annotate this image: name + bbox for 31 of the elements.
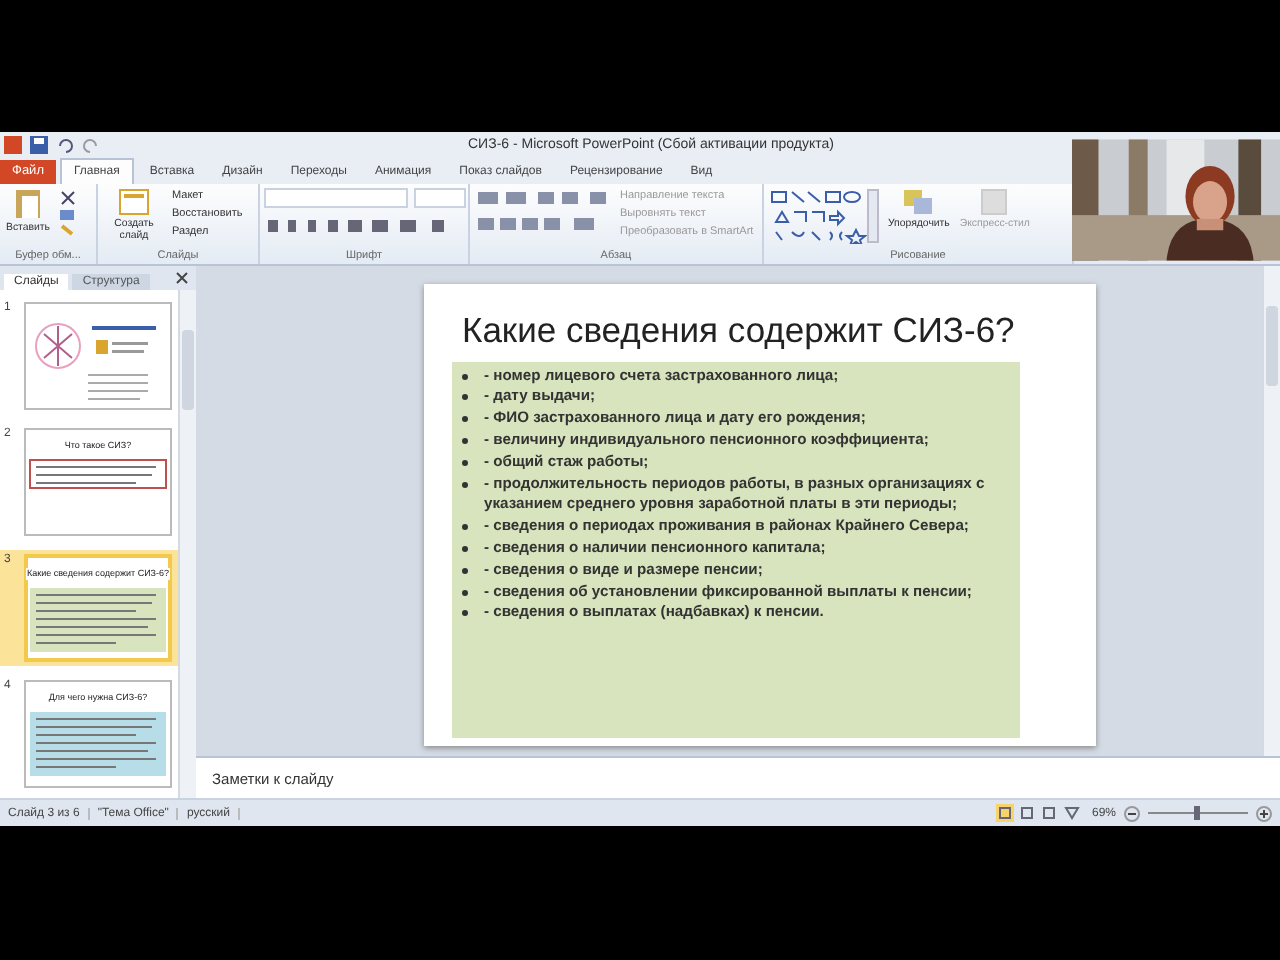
clipboard-icon: [14, 187, 42, 220]
zoom-out-icon[interactable]: [1124, 805, 1140, 822]
bullet-icon: [462, 481, 468, 488]
scrollbar[interactable]: [178, 289, 196, 799]
bullet-icon: [462, 524, 468, 531]
bullet-icon: [462, 589, 468, 596]
slide-thumbnail[interactable]: [24, 301, 172, 410]
view-buttons-drawing[interactable]: [995, 804, 1084, 823]
scrollbar[interactable]: [1262, 265, 1280, 757]
arrange-icon: [902, 187, 935, 216]
bullet-icon: [462, 567, 468, 574]
bullet-icon: [462, 438, 468, 445]
font-size-field[interactable]: [414, 187, 466, 208]
zoom-in-icon[interactable]: [1256, 805, 1272, 822]
bullet-icon: [462, 546, 468, 553]
bullet-icon: [462, 416, 468, 423]
font-name-field[interactable]: [264, 187, 408, 208]
bullet-icon: [462, 610, 468, 617]
slide-title: Какие сведения содержит СИЗ-6?: [462, 309, 1015, 352]
bullet-icon: [462, 394, 468, 401]
close-icon[interactable]: [176, 271, 188, 284]
bullet-icon: [462, 373, 468, 380]
quick-styles-icon: [978, 187, 1011, 216]
slide-icon: [118, 187, 150, 216]
undo-icon[interactable]: [56, 136, 74, 155]
shapes-gallery-drawing[interactable]: [768, 187, 880, 244]
bullet-icon: [462, 459, 468, 466]
app-icon: [4, 136, 22, 155]
clipboard-tools-icon[interactable]: [58, 187, 78, 236]
save-icon[interactable]: [30, 136, 48, 155]
redo-icon[interactable]: [82, 136, 100, 155]
